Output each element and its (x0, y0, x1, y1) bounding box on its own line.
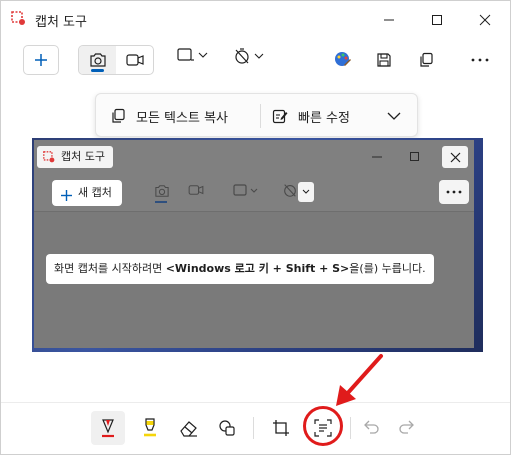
captured-new-button: 새 캡처 (52, 180, 122, 206)
annotation-arrow-icon (336, 354, 383, 406)
more-icon (446, 190, 462, 194)
copy-icon (112, 108, 125, 123)
chevron-down-icon (302, 189, 310, 194)
snipping-tool-icon (43, 150, 56, 172)
snipping-tool-icon (11, 11, 27, 27)
minimize-icon (384, 19, 394, 21)
captured-delay-dropdown (298, 182, 314, 202)
chevron-down-icon (387, 112, 401, 120)
copy-all-text-label: 모든 텍스트 복사 (136, 110, 228, 126)
screenshot-mode-button[interactable] (79, 46, 116, 74)
timer-off-icon (284, 184, 296, 197)
maximize-icon (432, 15, 442, 25)
edit-in-paint-button[interactable] (334, 50, 352, 68)
snipping-tool-window: 캡처 도구 모든 텍스트 복사 빠른 수정 캡처 도구 새 캡처 화면 캡처를 … (0, 0, 511, 455)
copy-all-text-button[interactable]: 모든 텍스트 복사 (110, 94, 228, 138)
captured-title: 캡처 도구 (37, 146, 113, 168)
redo-icon (399, 420, 414, 434)
copy-icon (420, 52, 433, 67)
maximize-icon (410, 152, 419, 161)
redo-button[interactable] (389, 411, 423, 445)
captured-close-button (442, 146, 468, 168)
edit-note-icon (272, 109, 288, 124)
delay-dropdown[interactable] (233, 47, 264, 65)
undo-icon (364, 420, 379, 434)
highlighter-button[interactable] (133, 411, 167, 445)
snip-shape-dropdown[interactable] (177, 47, 208, 63)
highlighter-icon (144, 418, 156, 437)
text-action-bar: 모든 텍스트 복사 빠른 수정 (95, 93, 418, 137)
undo-button[interactable] (355, 411, 389, 445)
save-button[interactable] (376, 52, 392, 68)
window-title: 캡처 도구 (35, 15, 87, 30)
video-icon (125, 54, 144, 66)
plus-icon (35, 54, 47, 66)
divider (253, 417, 254, 439)
hint-suffix: 을(를) 누릅니다. (349, 262, 426, 275)
minimize-button[interactable] (371, 7, 407, 33)
markup-toolbar (1, 402, 510, 454)
copy-button[interactable] (418, 52, 434, 68)
video-mode-button[interactable] (116, 46, 153, 74)
captured-toolbar: 캡처 도구 새 캡처 (34, 140, 474, 212)
hint-prefix: 화면 캡처를 시작하려면 (54, 262, 166, 275)
close-button[interactable] (467, 7, 503, 33)
minimize-icon (372, 156, 382, 158)
capture-mode-toggle (78, 45, 154, 75)
maximize-button[interactable] (419, 7, 455, 33)
eraser-icon (180, 421, 197, 437)
captured-image[interactable]: 캡처 도구 새 캡처 화면 캡처를 시작하려면 <Windows 로고 키 + … (32, 138, 483, 352)
top-toolbar (1, 39, 510, 83)
quick-redact-label: 빠른 수정 (298, 110, 350, 126)
chevron-down-icon (254, 53, 264, 59)
close-icon (479, 14, 491, 26)
divider (260, 104, 261, 128)
captured-more-button (439, 180, 469, 204)
crop-button[interactable] (264, 411, 298, 445)
video-icon (188, 185, 204, 195)
rectangle-mode-icon (233, 184, 258, 196)
more-icon (471, 58, 489, 62)
title-bar: 캡처 도구 (1, 1, 510, 39)
quick-redact-button[interactable]: 빠른 수정 (272, 94, 350, 138)
rectangle-mode-icon (177, 48, 194, 61)
plus-icon (61, 190, 72, 201)
action-bar-expand-button[interactable] (386, 108, 402, 128)
hint-shortcut: <Windows 로고 키 + Shift + S> (165, 262, 350, 275)
captured-new-label: 새 캡처 (78, 186, 112, 199)
close-icon (450, 152, 460, 162)
save-icon (377, 53, 391, 67)
crop-icon (273, 420, 289, 436)
chevron-down-icon (198, 52, 208, 58)
ballpoint-pen-button[interactable] (91, 411, 125, 445)
new-capture-button[interactable] (23, 45, 59, 75)
captured-title-text: 캡처 도구 (61, 150, 105, 163)
see-more-button[interactable] (471, 58, 489, 62)
camera-icon (89, 53, 106, 67)
paint-icon (335, 52, 351, 66)
shapes-button[interactable] (211, 411, 245, 445)
captured-snipping-tool-window: 캡처 도구 새 캡처 화면 캡처를 시작하려면 <Windows 로고 키 + … (34, 140, 474, 348)
timer-off-icon (235, 48, 249, 64)
captured-hint-message: 화면 캡처를 시작하려면 <Windows 로고 키 + Shift + S>을… (46, 254, 434, 284)
shapes-icon (219, 420, 235, 436)
eraser-button[interactable] (172, 411, 206, 445)
ballpoint-pen-icon (102, 419, 114, 438)
camera-icon (155, 185, 169, 197)
divider (350, 417, 351, 439)
annotation-circle (303, 406, 343, 446)
